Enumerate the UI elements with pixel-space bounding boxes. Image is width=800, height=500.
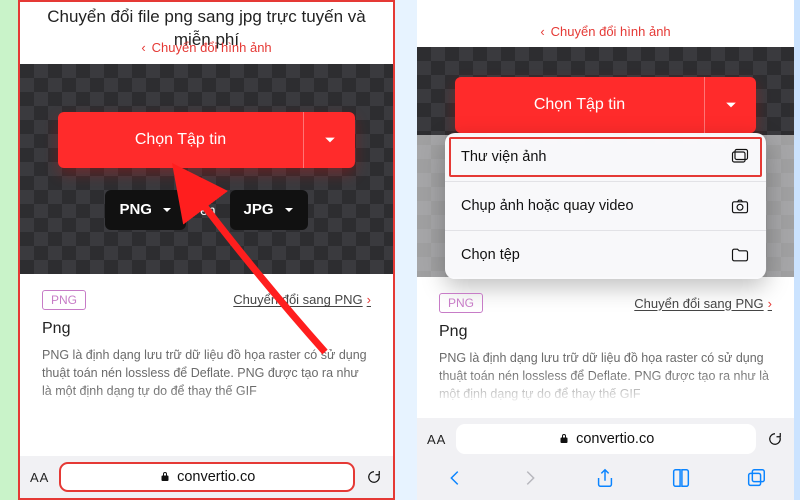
refresh-icon[interactable] [365,468,383,486]
safari-bottom-bar: AA convertio.co [20,456,393,498]
tabs-icon [745,467,767,489]
choose-file-button[interactable]: Chọn Tập tin [58,112,355,168]
menu-item-label: Chọn tệp [461,247,520,263]
nav-back-label: Chuyển đổi hình ảnh [551,24,671,39]
choose-file-button[interactable]: Chọn Tập tin [455,77,756,133]
file-source-menu: Thư viện ảnh Chụp ảnh hoặc quay video Ch… [445,133,766,279]
decor-strip-left [0,0,18,500]
caret-down-icon [324,134,336,146]
convert-link-label: Chuyển đổi sang PNG [634,296,763,311]
nav-back[interactable]: ‹ Chuyển đổi hình ảnh [417,16,794,47]
info-paragraph: PNG là định dạng lưu trữ dữ liệu đồ họa … [439,349,772,403]
choose-file-label: Chọn Tập tin [58,112,303,168]
safari-bottom-bar: AA convertio.co [417,418,794,500]
nav-back-button[interactable] [444,467,466,494]
folder-icon [730,245,750,265]
chevron-down-icon [284,205,294,215]
menu-item-take-photo[interactable]: Chụp ảnh hoặc quay video [445,181,766,230]
chevron-left-icon: ‹ [540,24,544,39]
decor-strip-mid [395,0,417,500]
info-card: PNG Chuyển đổi sang PNG › Png PNG là định… [417,277,794,405]
info-heading: Png [439,323,772,341]
chevron-right-icon: › [768,296,772,311]
bookmarks-button[interactable] [670,467,692,494]
address-bar[interactable]: convertio.co [59,462,355,492]
tabs-button[interactable] [745,467,767,494]
convert-link[interactable]: Chuyển đổi sang PNG › [634,296,772,311]
format-row: PNG ến JPG [48,190,365,230]
menu-item-label: Chụp ảnh hoặc quay video [461,198,634,214]
chevron-down-icon [162,205,172,215]
format-badge: PNG [439,293,483,313]
format-to-select[interactable]: JPG [230,190,308,230]
safari-toolbar [417,460,794,500]
convert-link[interactable]: Chuyển đổi sang PNG › [233,292,371,307]
caret-down-icon [725,99,737,111]
address-bar[interactable]: convertio.co [456,424,756,454]
menu-item-label: Thư viện ảnh [461,149,546,165]
choose-file-caret[interactable] [303,112,355,168]
phone-left: Chuyển đổi file png sang jpg trực tuyến … [18,0,395,500]
share-icon [594,467,616,489]
chevron-right-icon: › [367,292,371,307]
upload-area-wrapper: Chọn Tập tin Thư viện ảnh Chụp ảnh hoặc … [417,47,794,277]
to-word: ến [200,202,216,218]
chevron-left-icon: ‹ [141,40,145,55]
refresh-icon[interactable] [766,430,784,448]
text-size-control[interactable]: AA [427,432,446,447]
menu-item-photo-library[interactable]: Thư viện ảnh [445,133,766,181]
tutorial-two-phone-composite: Chuyển đổi file png sang jpg trực tuyến … [0,0,800,500]
book-icon [670,467,692,489]
format-badge: PNG [42,290,86,310]
nav-back[interactable]: ‹ Chuyển đổi hình ảnh [20,32,393,63]
share-button[interactable] [594,467,616,494]
format-to-label: JPG [244,201,274,218]
url-text: convertio.co [576,431,654,447]
info-heading: Png [42,320,371,338]
camera-icon [730,196,750,216]
photo-library-icon [730,147,750,167]
menu-item-choose-file[interactable]: Chọn tệp [445,230,766,279]
format-from-select[interactable]: PNG [105,190,186,230]
lock-icon [558,433,570,445]
choose-file-caret[interactable] [704,77,756,133]
lock-icon [159,471,171,483]
nav-back-label: Chuyển đổi hình ảnh [152,40,272,55]
nav-forward-button [519,467,541,494]
text-size-control[interactable]: AA [30,470,49,485]
url-text: convertio.co [177,469,255,485]
upload-area: ‹Chuyển đổi hình ảnh Chọn Tập tin PNG ến… [20,64,393,274]
format-from-label: PNG [119,201,152,218]
convert-link-label: Chuyển đổi sang PNG [233,292,362,307]
info-card: PNG Chuyển đổi sang PNG › Png PNG là định… [20,274,393,422]
info-paragraph: PNG là định dạng lưu trữ dữ liệu đồ họa … [42,346,371,400]
chevron-left-icon [444,467,466,489]
choose-file-label: Chọn Tập tin [455,77,704,133]
chevron-right-icon [519,467,541,489]
phone-right: ‹ Chuyển đổi hình ảnh Chọn Tập tin Thư vi… [417,0,794,500]
